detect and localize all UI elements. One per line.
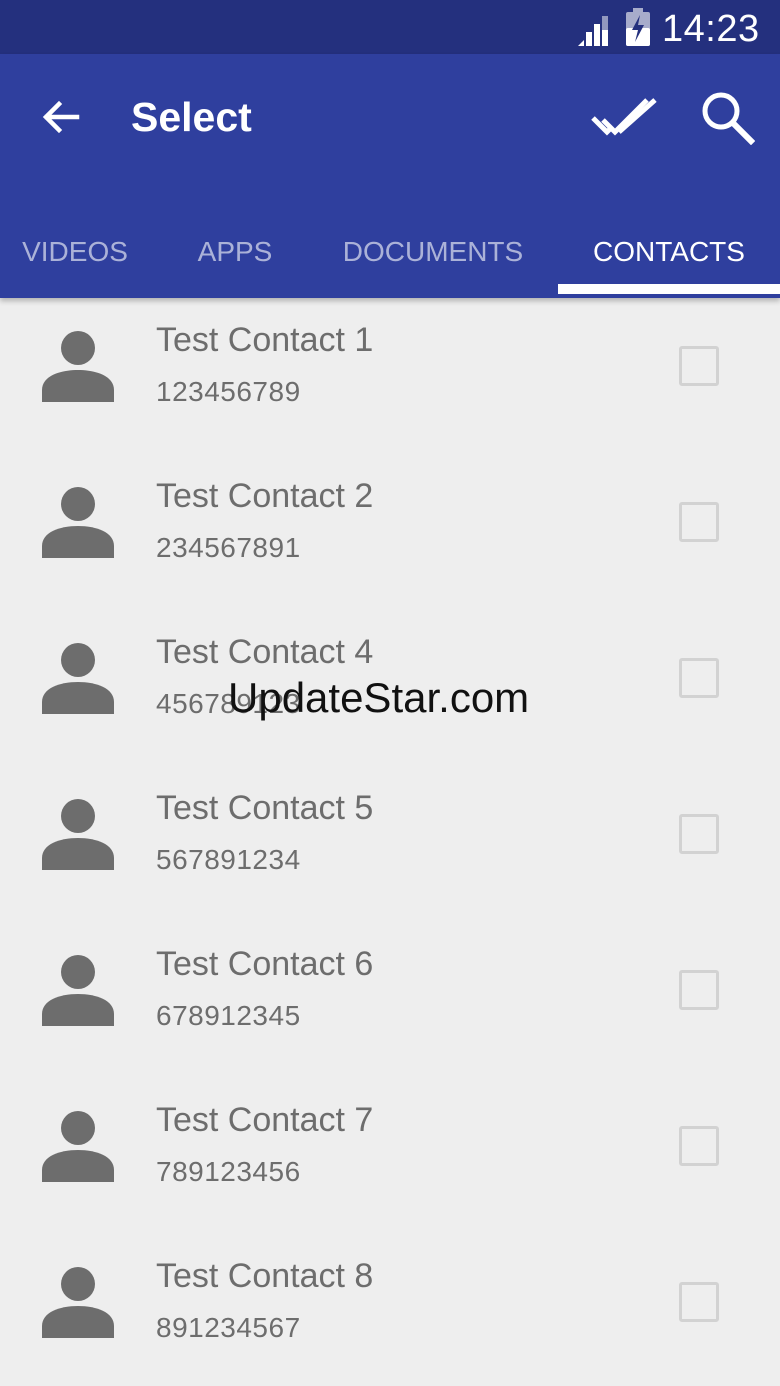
page-title: Select: [131, 94, 252, 140]
contact-checkbox[interactable]: [679, 1282, 719, 1322]
person-icon: [42, 331, 114, 402]
contact-name: Test Contact 2: [156, 477, 374, 515]
contact-row[interactable]: Test Contact 7 789123456: [0, 1078, 780, 1234]
contact-row[interactable]: Test Contact 6 678912345: [0, 922, 780, 1078]
contact-checkbox[interactable]: [679, 502, 719, 542]
contact-checkbox[interactable]: [679, 346, 719, 386]
status-bar: 14:23: [0, 0, 780, 54]
contact-name: Test Contact 4: [156, 633, 374, 671]
search-button[interactable]: [694, 84, 760, 150]
contact-name: Test Contact 8: [156, 1257, 374, 1295]
contact-number: 789123456: [156, 1156, 301, 1187]
contact-number: 678912345: [156, 1000, 301, 1031]
person-icon: [42, 955, 114, 1026]
select-all-icon: [591, 98, 657, 136]
contact-row[interactable]: Test Contact 1 123456789: [0, 298, 780, 454]
person-icon: [42, 1267, 114, 1338]
watermark: UpdateStar.com: [228, 674, 530, 721]
contact-checkbox[interactable]: [679, 814, 719, 854]
contact-list[interactable]: Test Contact 1 123456789 Test Contact 2 …: [0, 298, 780, 1386]
tab-videos[interactable]: VIDEOS: [0, 206, 150, 298]
back-arrow-icon: [42, 100, 80, 134]
battery-charging-icon: [626, 8, 650, 46]
contact-name: Test Contact 1: [156, 321, 374, 359]
contact-checkbox[interactable]: [679, 658, 719, 698]
contact-checkbox[interactable]: [679, 970, 719, 1010]
search-icon: [702, 92, 755, 145]
tab-documents[interactable]: DOCUMENTS: [320, 206, 546, 298]
active-tab-indicator: [558, 284, 780, 294]
contact-name: Test Contact 7: [156, 1101, 374, 1139]
back-button[interactable]: [34, 90, 88, 144]
person-icon: [42, 487, 114, 558]
contact-row[interactable]: Test Contact 8 891234567: [0, 1234, 780, 1386]
contact-number: 567891234: [156, 844, 301, 875]
contact-name: Test Contact 6: [156, 945, 374, 983]
select-all-button[interactable]: [586, 88, 662, 148]
app-bar: Select VIDEOS APPS DOCUMENTS CONTACTS: [0, 54, 780, 298]
contact-name: Test Contact 5: [156, 789, 374, 827]
person-icon: [42, 1111, 114, 1182]
signal-icon: [578, 16, 608, 46]
status-time: 14:23: [662, 8, 760, 50]
contact-number: 891234567: [156, 1312, 301, 1343]
tab-apps[interactable]: APPS: [160, 206, 310, 298]
contact-row[interactable]: Test Contact 5 567891234: [0, 766, 780, 922]
person-icon: [42, 643, 114, 714]
contact-checkbox[interactable]: [679, 1126, 719, 1166]
contact-row[interactable]: Test Contact 2 234567891: [0, 454, 780, 610]
contact-number: 234567891: [156, 532, 301, 563]
contact-number: 123456789: [156, 376, 301, 407]
person-icon: [42, 799, 114, 870]
